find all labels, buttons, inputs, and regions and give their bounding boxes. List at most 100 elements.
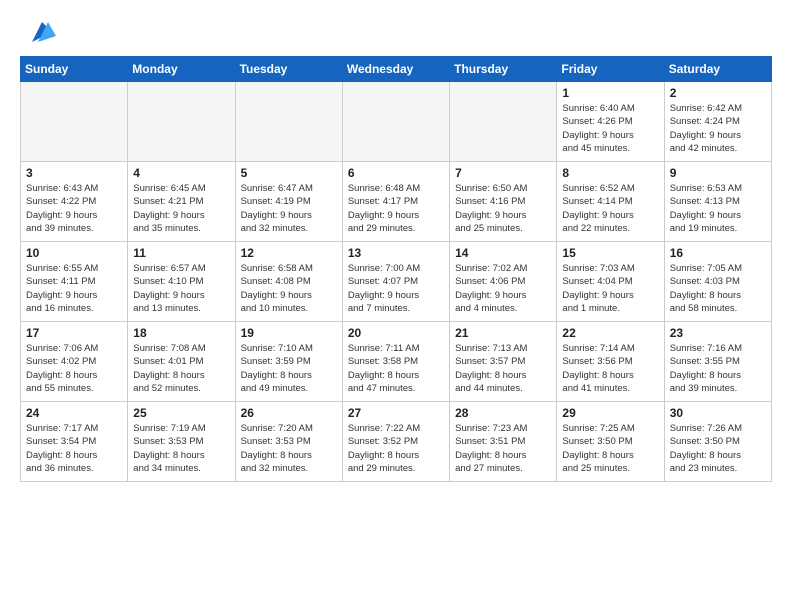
- week-row-4: 17 Sunrise: 7:06 AM Sunset: 4:02 PM Dayli…: [21, 322, 772, 402]
- day-info: Sunrise: 6:50 AM Sunset: 4:16 PM Dayligh…: [455, 182, 551, 235]
- day-info: Sunrise: 6:55 AM Sunset: 4:11 PM Dayligh…: [26, 262, 122, 315]
- day-number: 16: [670, 246, 766, 260]
- day-number: 29: [562, 406, 658, 420]
- calendar-cell: 17 Sunrise: 7:06 AM Sunset: 4:02 PM Dayli…: [21, 322, 128, 402]
- calendar-cell: 30 Sunrise: 7:26 AM Sunset: 3:50 PM Dayli…: [664, 402, 771, 482]
- calendar-cell: 9 Sunrise: 6:53 AM Sunset: 4:13 PM Daylig…: [664, 162, 771, 242]
- calendar-cell: 22 Sunrise: 7:14 AM Sunset: 3:56 PM Dayli…: [557, 322, 664, 402]
- calendar-cell: 14Sunrise: 7:02 AM Sunset: 4:06 PM Dayli…: [450, 242, 557, 322]
- day-number: 4: [133, 166, 229, 180]
- day-number: 14: [455, 246, 551, 260]
- day-number: 23: [670, 326, 766, 340]
- day-number: 20: [348, 326, 444, 340]
- day-number: 6: [348, 166, 444, 180]
- day-number: 2: [670, 86, 766, 100]
- weekday-header-sunday: Sunday: [21, 57, 128, 82]
- day-info: Sunrise: 7:20 AM Sunset: 3:53 PM Dayligh…: [241, 422, 337, 475]
- day-number: 30: [670, 406, 766, 420]
- day-info: Sunrise: 6:48 AM Sunset: 4:17 PM Dayligh…: [348, 182, 444, 235]
- calendar-cell: 12Sunrise: 6:58 AM Sunset: 4:08 PM Dayli…: [235, 242, 342, 322]
- calendar-cell: 28 Sunrise: 7:23 AM Sunset: 3:51 PM Dayli…: [450, 402, 557, 482]
- day-info: Sunrise: 7:08 AM Sunset: 4:01 PM Dayligh…: [133, 342, 229, 395]
- weekday-header-friday: Friday: [557, 57, 664, 82]
- day-info: Sunrise: 7:17 AM Sunset: 3:54 PM Dayligh…: [26, 422, 122, 475]
- weekday-header-saturday: Saturday: [664, 57, 771, 82]
- week-row-3: 10Sunrise: 6:55 AM Sunset: 4:11 PM Dayli…: [21, 242, 772, 322]
- day-info: Sunrise: 7:03 AM Sunset: 4:04 PM Dayligh…: [562, 262, 658, 315]
- day-info: Sunrise: 6:43 AM Sunset: 4:22 PM Dayligh…: [26, 182, 122, 235]
- page: SundayMondayTuesdayWednesdayThursdayFrid…: [0, 0, 792, 492]
- day-info: Sunrise: 7:06 AM Sunset: 4:02 PM Dayligh…: [26, 342, 122, 395]
- day-info: Sunrise: 6:47 AM Sunset: 4:19 PM Dayligh…: [241, 182, 337, 235]
- calendar-cell: 1Sunrise: 6:40 AM Sunset: 4:26 PM Daylig…: [557, 82, 664, 162]
- day-number: 13: [348, 246, 444, 260]
- calendar-cell: 4 Sunrise: 6:45 AM Sunset: 4:21 PM Daylig…: [128, 162, 235, 242]
- weekday-header-wednesday: Wednesday: [342, 57, 449, 82]
- weekday-header-thursday: Thursday: [450, 57, 557, 82]
- calendar-cell: 23 Sunrise: 7:16 AM Sunset: 3:55 PM Dayli…: [664, 322, 771, 402]
- day-info: Sunrise: 6:42 AM Sunset: 4:24 PM Dayligh…: [670, 102, 766, 155]
- day-number: 9: [670, 166, 766, 180]
- day-number: 12: [241, 246, 337, 260]
- calendar-table: SundayMondayTuesdayWednesdayThursdayFrid…: [20, 56, 772, 482]
- calendar-cell: [342, 82, 449, 162]
- calendar-cell: 16Sunrise: 7:05 AM Sunset: 4:03 PM Dayli…: [664, 242, 771, 322]
- calendar-cell: 13 Sunrise: 7:00 AM Sunset: 4:07 PM Dayli…: [342, 242, 449, 322]
- calendar-cell: 15 Sunrise: 7:03 AM Sunset: 4:04 PM Dayli…: [557, 242, 664, 322]
- day-number: 18: [133, 326, 229, 340]
- week-row-1: 1Sunrise: 6:40 AM Sunset: 4:26 PM Daylig…: [21, 82, 772, 162]
- calendar-cell: [128, 82, 235, 162]
- calendar-cell: 20 Sunrise: 7:11 AM Sunset: 3:58 PM Dayli…: [342, 322, 449, 402]
- header-row: SundayMondayTuesdayWednesdayThursdayFrid…: [21, 57, 772, 82]
- calendar-cell: 6 Sunrise: 6:48 AM Sunset: 4:17 PM Daylig…: [342, 162, 449, 242]
- calendar-cell: [21, 82, 128, 162]
- day-number: 15: [562, 246, 658, 260]
- day-info: Sunrise: 7:16 AM Sunset: 3:55 PM Dayligh…: [670, 342, 766, 395]
- day-info: Sunrise: 7:22 AM Sunset: 3:52 PM Dayligh…: [348, 422, 444, 475]
- calendar-cell: 8 Sunrise: 6:52 AM Sunset: 4:14 PM Daylig…: [557, 162, 664, 242]
- logo-icon: [24, 18, 56, 46]
- day-info: Sunrise: 7:19 AM Sunset: 3:53 PM Dayligh…: [133, 422, 229, 475]
- calendar-cell: 27 Sunrise: 7:22 AM Sunset: 3:52 PM Dayli…: [342, 402, 449, 482]
- weekday-header-monday: Monday: [128, 57, 235, 82]
- day-info: Sunrise: 7:10 AM Sunset: 3:59 PM Dayligh…: [241, 342, 337, 395]
- day-info: Sunrise: 6:40 AM Sunset: 4:26 PM Dayligh…: [562, 102, 658, 155]
- day-info: Sunrise: 6:53 AM Sunset: 4:13 PM Dayligh…: [670, 182, 766, 235]
- calendar-cell: 25Sunrise: 7:19 AM Sunset: 3:53 PM Dayli…: [128, 402, 235, 482]
- day-info: Sunrise: 7:00 AM Sunset: 4:07 PM Dayligh…: [348, 262, 444, 315]
- week-row-5: 24Sunrise: 7:17 AM Sunset: 3:54 PM Dayli…: [21, 402, 772, 482]
- calendar-cell: 21 Sunrise: 7:13 AM Sunset: 3:57 PM Dayli…: [450, 322, 557, 402]
- day-number: 27: [348, 406, 444, 420]
- logo: [20, 18, 56, 46]
- day-number: 7: [455, 166, 551, 180]
- calendar-cell: 5 Sunrise: 6:47 AM Sunset: 4:19 PM Daylig…: [235, 162, 342, 242]
- day-info: Sunrise: 7:25 AM Sunset: 3:50 PM Dayligh…: [562, 422, 658, 475]
- day-info: Sunrise: 6:52 AM Sunset: 4:14 PM Dayligh…: [562, 182, 658, 235]
- calendar-cell: 7 Sunrise: 6:50 AM Sunset: 4:16 PM Daylig…: [450, 162, 557, 242]
- day-info: Sunrise: 6:57 AM Sunset: 4:10 PM Dayligh…: [133, 262, 229, 315]
- day-info: Sunrise: 7:11 AM Sunset: 3:58 PM Dayligh…: [348, 342, 444, 395]
- day-number: 8: [562, 166, 658, 180]
- day-number: 21: [455, 326, 551, 340]
- calendar-cell: [450, 82, 557, 162]
- calendar-cell: 26 Sunrise: 7:20 AM Sunset: 3:53 PM Dayli…: [235, 402, 342, 482]
- calendar-cell: [235, 82, 342, 162]
- day-info: Sunrise: 7:13 AM Sunset: 3:57 PM Dayligh…: [455, 342, 551, 395]
- day-info: Sunrise: 7:14 AM Sunset: 3:56 PM Dayligh…: [562, 342, 658, 395]
- weekday-header-tuesday: Tuesday: [235, 57, 342, 82]
- calendar-cell: 10Sunrise: 6:55 AM Sunset: 4:11 PM Dayli…: [21, 242, 128, 322]
- day-info: Sunrise: 6:45 AM Sunset: 4:21 PM Dayligh…: [133, 182, 229, 235]
- calendar-cell: 2 Sunrise: 6:42 AM Sunset: 4:24 PM Daylig…: [664, 82, 771, 162]
- calendar-cell: 18 Sunrise: 7:08 AM Sunset: 4:01 PM Dayli…: [128, 322, 235, 402]
- day-info: Sunrise: 7:23 AM Sunset: 3:51 PM Dayligh…: [455, 422, 551, 475]
- calendar-cell: 11 Sunrise: 6:57 AM Sunset: 4:10 PM Dayli…: [128, 242, 235, 322]
- day-number: 22: [562, 326, 658, 340]
- day-number: 26: [241, 406, 337, 420]
- day-number: 17: [26, 326, 122, 340]
- day-number: 28: [455, 406, 551, 420]
- day-number: 5: [241, 166, 337, 180]
- day-info: Sunrise: 7:26 AM Sunset: 3:50 PM Dayligh…: [670, 422, 766, 475]
- calendar-cell: 19Sunrise: 7:10 AM Sunset: 3:59 PM Dayli…: [235, 322, 342, 402]
- calendar-cell: 24Sunrise: 7:17 AM Sunset: 3:54 PM Dayli…: [21, 402, 128, 482]
- day-number: 11: [133, 246, 229, 260]
